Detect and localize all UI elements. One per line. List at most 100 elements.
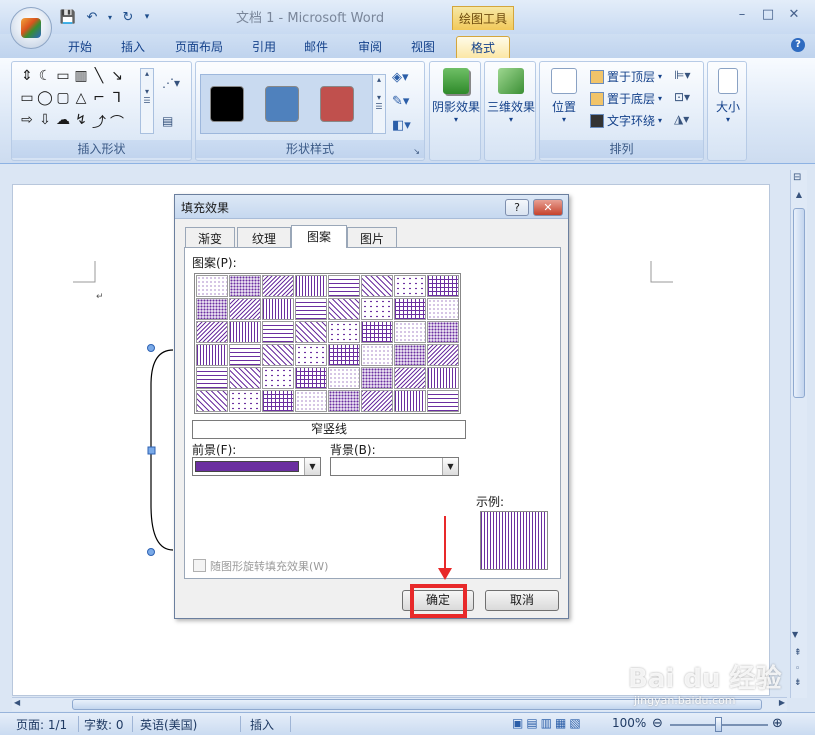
tab-insert[interactable]: 插入 xyxy=(121,36,145,58)
shape-handle-bottom[interactable] xyxy=(147,548,155,556)
pattern-swatch[interactable] xyxy=(262,298,294,320)
pattern-swatch[interactable] xyxy=(229,390,261,412)
shape-outline-icon[interactable]: ✎▾ xyxy=(392,94,409,109)
shadow-effects-button[interactable]: 阴影效果 ▾ xyxy=(432,68,480,124)
previous-page-icon[interactable]: ⇞ xyxy=(794,648,802,658)
cancel-button[interactable]: 取消 xyxy=(485,590,559,611)
shape-handle-middle[interactable] xyxy=(147,446,156,455)
insert-mode[interactable]: 插入 xyxy=(250,716,274,733)
pattern-swatch[interactable] xyxy=(361,344,393,366)
tab-home[interactable]: 开始 xyxy=(68,36,92,58)
pattern-swatch[interactable] xyxy=(328,275,360,297)
pattern-swatch[interactable] xyxy=(427,298,459,320)
pattern-swatch[interactable] xyxy=(394,275,426,297)
pattern-swatch[interactable] xyxy=(328,390,360,412)
scroll-right-icon[interactable]: ▶ xyxy=(779,698,785,707)
next-page-icon[interactable]: ⇟ xyxy=(794,678,802,688)
tab-pattern[interactable]: 图案 xyxy=(291,225,347,248)
pattern-swatch[interactable] xyxy=(427,275,459,297)
save-icon[interactable]: 💾 xyxy=(58,8,78,26)
help-icon[interactable]: ? xyxy=(791,38,805,52)
send-to-back-button[interactable]: 置于底层 ▾ xyxy=(590,90,662,107)
dialog-title-bar[interactable]: 填充效果 ? ✕ xyxy=(175,195,568,219)
pattern-swatch[interactable] xyxy=(196,321,228,343)
language-indicator[interactable]: 英语(美国) xyxy=(140,716,197,733)
shape-fill-icon[interactable]: ◈▾ xyxy=(392,70,409,85)
pattern-swatch[interactable] xyxy=(295,321,327,343)
pattern-swatch[interactable] xyxy=(295,367,327,389)
pattern-swatch[interactable] xyxy=(328,321,360,343)
maximize-button[interactable]: □ xyxy=(755,4,781,24)
dialog-close-button[interactable]: ✕ xyxy=(533,199,563,216)
chevron-down-icon[interactable]: ▼ xyxy=(442,458,458,475)
pattern-swatch[interactable] xyxy=(328,298,360,320)
ruler-toggle-icon[interactable]: ⊟ xyxy=(793,172,801,183)
align-icon[interactable]: ⊫▾ xyxy=(674,68,690,82)
bring-to-front-button[interactable]: 置于顶层 ▾ xyxy=(590,68,662,85)
position-button[interactable]: 位置 ▾ xyxy=(546,68,582,124)
pattern-swatch[interactable] xyxy=(394,390,426,412)
style-swatch-blue[interactable] xyxy=(265,86,299,122)
rotate-icon[interactable]: ◮▾ xyxy=(674,112,689,126)
rotate-fill-checkbox[interactable] xyxy=(193,559,206,572)
pattern-swatch[interactable] xyxy=(295,390,327,412)
zoom-level[interactable]: 100% xyxy=(612,716,646,730)
shape-gallery-scrollbar[interactable]: ▴ ▾ ☰ xyxy=(140,68,154,134)
pattern-swatch[interactable] xyxy=(196,390,228,412)
pattern-swatch[interactable] xyxy=(229,275,261,297)
pattern-swatch[interactable] xyxy=(262,275,294,297)
pattern-swatch[interactable] xyxy=(394,344,426,366)
shape-gallery[interactable]: ⇕ ☾ ▭ ▥ ╲ ↘ ▭ ◯ ▢ △ ⌐ ⅂ ⇨ ⇩ ☁ ↯ ⤴ ⌒ xyxy=(18,68,144,134)
view-buttons[interactable]: ▣▤▥▦▧ xyxy=(512,716,584,730)
pattern-swatch[interactable] xyxy=(361,275,393,297)
pattern-swatch[interactable] xyxy=(262,321,294,343)
edit-shape-icon[interactable]: ⋰▾ xyxy=(162,76,180,90)
tab-texture[interactable]: 纹理 xyxy=(237,227,291,247)
customize-qat-icon[interactable]: ▾ xyxy=(142,8,152,26)
3d-effects-button[interactable]: 三维效果 ▾ xyxy=(487,68,535,124)
word-count[interactable]: 字数: 0 xyxy=(84,716,124,733)
tab-references[interactable]: 引用 xyxy=(252,36,276,58)
scroll-left-icon[interactable]: ◀ xyxy=(14,698,20,707)
office-button[interactable] xyxy=(10,7,52,49)
page-count[interactable]: 页面: 1/1 xyxy=(16,716,67,733)
size-button[interactable]: 大小 ▾ xyxy=(710,68,746,124)
style-swatch-red[interactable] xyxy=(320,86,354,122)
pattern-swatch[interactable] xyxy=(229,298,261,320)
group-icon[interactable]: ⊡▾ xyxy=(674,90,690,104)
zoom-slider-thumb[interactable] xyxy=(715,717,722,732)
pattern-swatch[interactable] xyxy=(262,390,294,412)
pattern-swatch[interactable] xyxy=(229,344,261,366)
foreground-color-combo[interactable]: ▼ xyxy=(192,457,321,476)
pattern-swatch[interactable] xyxy=(295,275,327,297)
zoom-in-icon[interactable]: ⊕ xyxy=(772,716,783,731)
style-swatch-black[interactable] xyxy=(210,86,244,122)
select-browse-object-icon[interactable]: ◦ xyxy=(795,664,800,674)
pattern-swatch[interactable] xyxy=(361,390,393,412)
vertical-scrollbar[interactable]: ⊟ ▲ ▼ ⇞ ◦ ⇟ xyxy=(790,170,807,698)
tab-picture[interactable]: 图片 xyxy=(347,227,397,247)
shape-handle-top[interactable] xyxy=(147,344,155,352)
pattern-swatch[interactable] xyxy=(394,298,426,320)
pattern-swatch[interactable] xyxy=(196,275,228,297)
scroll-up-icon[interactable]: ▲ xyxy=(792,190,806,204)
pattern-swatch[interactable] xyxy=(427,367,459,389)
tab-review[interactable]: 审阅 xyxy=(358,36,382,58)
dialog-launcher-icon[interactable]: ↘ xyxy=(413,147,420,156)
tab-gradient[interactable]: 渐变 xyxy=(185,227,235,247)
tab-mailings[interactable]: 邮件 xyxy=(304,36,328,58)
pattern-swatch[interactable] xyxy=(295,344,327,366)
pattern-swatch[interactable] xyxy=(229,321,261,343)
undo-icon[interactable]: ↶ xyxy=(82,8,102,26)
pattern-swatch[interactable] xyxy=(262,367,294,389)
pattern-swatch[interactable] xyxy=(394,367,426,389)
scroll-down-icon[interactable]: ▼ xyxy=(792,630,798,639)
tab-format[interactable]: 格式 xyxy=(456,36,510,58)
pattern-swatch[interactable] xyxy=(262,344,294,366)
pattern-swatch[interactable] xyxy=(361,298,393,320)
pattern-swatch[interactable] xyxy=(361,367,393,389)
pattern-swatch[interactable] xyxy=(328,367,360,389)
pattern-swatch[interactable] xyxy=(361,321,393,343)
pattern-swatch[interactable] xyxy=(394,321,426,343)
pattern-swatch[interactable] xyxy=(427,321,459,343)
